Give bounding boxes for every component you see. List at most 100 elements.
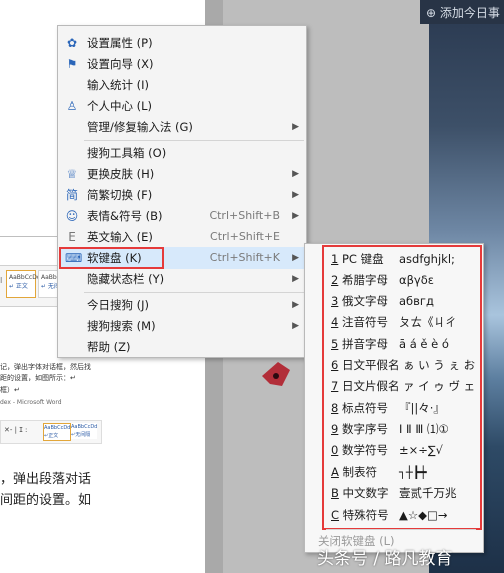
submenu-separator	[326, 529, 476, 530]
menu-item-simplified-traditional[interactable]: 简 简繁切换 (F) ▶	[59, 184, 306, 206]
shirt-icon: ♕	[66, 167, 78, 181]
user-icon: ♙	[66, 99, 78, 113]
menu-item-label: 设置属性 (P)	[87, 36, 153, 50]
menu-item-help[interactable]: 帮助 (Z)	[59, 336, 306, 358]
keyboard-item-label: 日文平假名	[338, 358, 400, 372]
keyboard-item-label: 制表符	[338, 465, 378, 479]
doc-text-line-3: 框）↵	[0, 386, 20, 394]
doc-text-line-2: 距的设置，如图所示：↵	[0, 374, 76, 382]
keyboard-item-greek[interactable]: 2 希腊字母 αβγδε	[331, 270, 481, 290]
keyboard-item-label: 注音符号	[338, 315, 388, 329]
keyboard-item-zhuyin[interactable]: 4 注音符号 ㄆㄊ《ㄐㄔ	[331, 312, 481, 332]
submenu-arrow-icon: ▶	[292, 274, 299, 284]
keyboard-item-example: ±×÷∑√	[399, 443, 443, 457]
keyboard-item-label: 拼音字母	[338, 337, 388, 351]
keyboard-item-label: PC 键盘	[338, 252, 384, 266]
keyboard-item-katakana[interactable]: 7 日文片假名 ァ イ ゥ ヴ ェ	[331, 376, 481, 396]
keyboard-item-example: ā á ě è ó	[399, 337, 449, 351]
keyboard-item-key: C	[331, 508, 340, 522]
submenu-arrow-icon: ▶	[292, 300, 299, 310]
style-normal-sample: AaBbCcDd	[9, 274, 41, 281]
menu-item-label: 个人中心 (L)	[87, 99, 153, 113]
keyboard-item-math[interactable]: 0 数学符号 ±×÷∑√	[331, 440, 481, 460]
menu-item-today-sogou[interactable]: 今日搜狗 (J) ▶	[59, 294, 306, 316]
style-normal-label: ↵ 正文	[9, 283, 28, 290]
keyboard-item-punctuation[interactable]: 8 标点符号 『||々·』	[331, 398, 481, 418]
menu-item-shortcut: Ctrl+Shift+B	[209, 209, 280, 222]
keyboard-item-pc[interactable]: 1 PC 键盘 asdfghjkl;	[331, 249, 481, 269]
doc-body-line-2: 间距的设置。如	[0, 493, 92, 508]
ime-context-menu: ✿ 设置属性 (P) ⚑ 设置向导 (X) 输入统计 (I) ♙ 个人中心 (L…	[57, 25, 307, 358]
menu-item-label: 输入统计 (I)	[87, 78, 150, 92]
menu-item-label: 设置向导 (X)	[87, 57, 154, 71]
english-icon: E	[68, 230, 76, 244]
keyboard-item-hiragana[interactable]: 6 日文平假名 ぁ い う ぇ お	[331, 355, 481, 375]
menu-item-setup-wizard[interactable]: ⚑ 设置向导 (X)	[59, 53, 306, 75]
menu-item-label: 帮助 (Z)	[87, 340, 131, 354]
menu-item-label: 更换皮肤 (H)	[87, 167, 155, 181]
menu-item-label: 搜狗工具箱 (O)	[87, 146, 167, 160]
gear-icon: ✿	[66, 36, 78, 50]
menu-item-settings[interactable]: ✿ 设置属性 (P)	[59, 32, 306, 54]
keyboard-item-example: 壹贰千万兆	[399, 486, 457, 500]
keyboard-item-example: 『||々·』	[399, 401, 445, 415]
menu-separator	[84, 140, 304, 141]
keyboard-item-box-drawing[interactable]: A 制表符 ┐┼┣┿	[331, 462, 481, 482]
submenu-arrow-icon: ▶	[292, 211, 299, 221]
menu-item-emoji-symbols[interactable]: ☺ 表情&符号 (B) Ctrl+Shift+B ▶	[59, 205, 306, 227]
keyboard-item-example: Ⅰ Ⅱ Ⅲ ⑴①	[399, 422, 449, 436]
keyboard-item-chinese-numerals[interactable]: B 中文数字 壹贰千万兆	[331, 483, 481, 503]
flag-icon: ⚑	[66, 57, 78, 71]
convert-icon: 简	[65, 188, 78, 202]
doc-text-line-1: 记，弹出字体对话框，然后找	[0, 363, 91, 371]
menu-separator	[84, 292, 304, 293]
keyboard-item-label: 数字序号	[338, 422, 388, 436]
submenu-arrow-icon: ▶	[292, 321, 299, 331]
menu-item-input-stats[interactable]: 输入统计 (I)	[59, 74, 306, 96]
keyboard-item-russian[interactable]: 3 俄文字母 абвгд	[331, 291, 481, 311]
keyboard-item-label: 标点符号	[338, 401, 388, 415]
keyboard-item-special-symbols[interactable]: C 特殊符号 ▲☆◆□→	[331, 505, 481, 525]
keyboard-item-example: ァ イ ゥ ヴ ェ	[403, 379, 476, 393]
menu-item-english-input[interactable]: E 英文输入 (E) Ctrl+Shift+E	[59, 226, 306, 248]
menu-item-label: 隐藏状态栏 (Y)	[87, 272, 165, 286]
add-today-link[interactable]: ⊕ 添加今日事	[426, 4, 500, 21]
keyboard-item-label: 俄文字母	[338, 294, 388, 308]
menu-item-label: 表情&符号 (B)	[87, 209, 163, 223]
keyboard-item-example: ㄆㄊ《ㄐㄔ	[399, 315, 457, 329]
menu-item-label: 搜狗搜索 (M)	[87, 319, 156, 333]
keyboard-item-example: ▲☆◆□→	[399, 508, 448, 522]
mini-ribbon: ✕- | ⵊ : AaBbCcDd ↵正文 AaBbCcDd ↵无间隔	[0, 420, 102, 444]
style-normal[interactable]: AaBbCcDd ↵ 正文	[6, 270, 41, 298]
keyboard-item-pinyin[interactable]: 5 拼音字母 ā á ě è ó	[331, 334, 481, 354]
keyboard-item-example: asdfghjkl;	[399, 252, 455, 266]
menu-item-sogou-search[interactable]: 搜狗搜索 (M) ▶	[59, 315, 306, 337]
menu-item-toolbox[interactable]: 搜狗工具箱 (O)	[59, 142, 306, 164]
keyboard-item-example: ぁ い う ぇ お	[403, 358, 476, 372]
keyboard-item-number-ordinals[interactable]: 9 数字序号 Ⅰ Ⅱ Ⅲ ⑴①	[331, 419, 481, 439]
menu-item-label: 简繁切换 (F)	[87, 188, 153, 202]
menu-item-shortcut: Ctrl+Shift+K	[209, 251, 280, 264]
keyboard-item-label: 特殊符号	[339, 508, 389, 522]
doc-body-line-1: ，弹出段落对话	[0, 472, 92, 487]
menu-item-label: 今日搜狗 (J)	[87, 298, 150, 312]
mini-ribbon-tools: ✕- | ⵊ :	[4, 426, 28, 434]
keyboard-item-label: 日文片假名	[338, 379, 400, 393]
keyboard-item-example: абвгд	[399, 294, 434, 308]
keyboard-item-key: B	[331, 486, 339, 500]
menu-item-label: 英文输入 (E)	[87, 230, 153, 244]
keyboard-item-example: ┐┼┣┿	[399, 465, 427, 479]
keyboard-item-label: 数学符号	[338, 443, 388, 457]
submenu-arrow-icon: ▶	[292, 122, 299, 132]
menu-item-manage-repair[interactable]: 管理/修复输入法 (G) ▶	[59, 116, 306, 138]
keyboard-item-label: 中文数字	[338, 486, 389, 500]
submenu-arrow-icon: ▶	[292, 253, 299, 263]
menu-item-personal-center[interactable]: ♙ 个人中心 (L)	[59, 95, 306, 117]
menu-item-change-skin[interactable]: ♕ 更换皮肤 (H) ▶	[59, 163, 306, 185]
menu-item-shortcut: Ctrl+Shift+E	[210, 230, 280, 243]
watermark: 头条号 / 路凡教育	[317, 549, 453, 569]
soft-keyboard-highlight-box	[59, 247, 164, 269]
keyboard-item-key: A	[331, 465, 339, 479]
keyboard-item-example: αβγδε	[399, 273, 434, 287]
menu-item-hide-statusbar[interactable]: 隐藏状态栏 (Y) ▶	[59, 268, 306, 290]
